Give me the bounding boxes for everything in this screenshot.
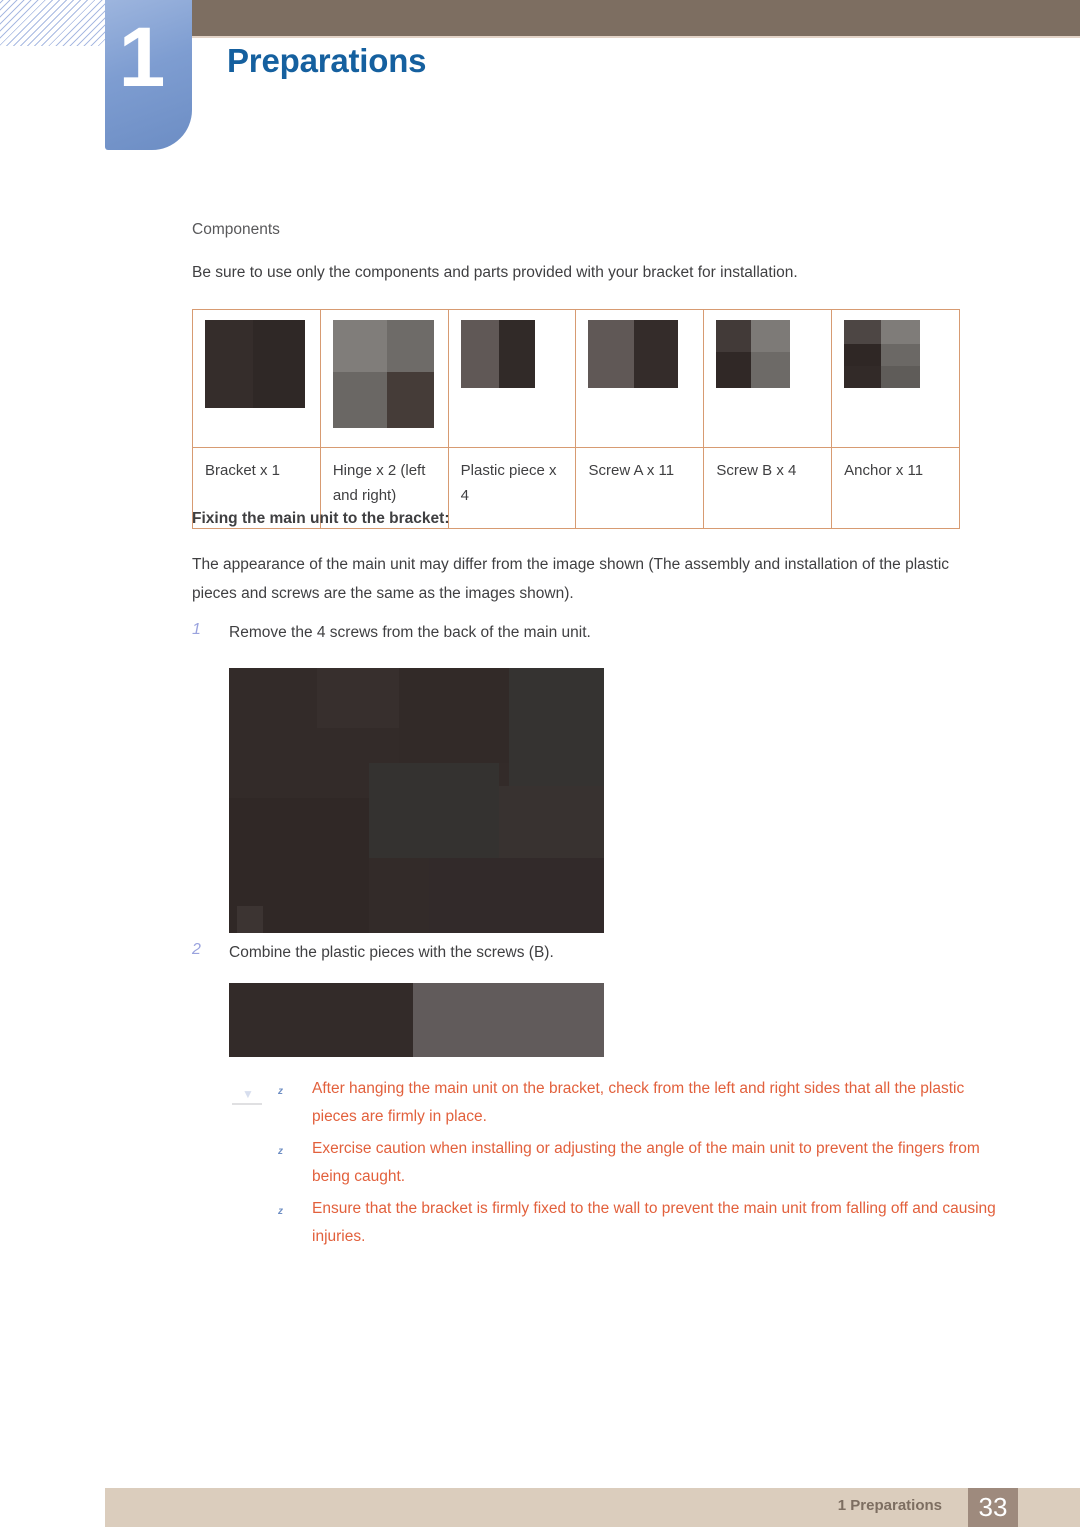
screw-a-image xyxy=(588,320,679,388)
step-text: Combine the plastic pieces with the scre… xyxy=(229,944,554,961)
caution-bullet-icon: z xyxy=(278,1146,283,1157)
step-text: Remove the 4 screws from the back of the… xyxy=(229,624,591,641)
caution-item-text: Exercise caution when installing or adju… xyxy=(312,1140,980,1185)
caution-note-block: ▼ z After hanging the main unit on the b… xyxy=(230,1075,1020,1255)
caution-list-item: z Ensure that the bracket is firmly fixe… xyxy=(230,1195,1012,1251)
components-table: Bracket x 1 Hinge x 2 (left and right) P… xyxy=(192,309,960,529)
chapter-tab: 1 xyxy=(105,0,192,150)
table-cell-label: Anchor x 11 xyxy=(831,447,960,529)
components-image-row xyxy=(192,309,960,448)
plastic-piece-image xyxy=(460,320,535,388)
top-brown-bar xyxy=(192,0,1080,36)
components-image-cell xyxy=(703,309,833,448)
footer-page-number: 33 xyxy=(978,1492,1008,1522)
caution-item-text: Ensure that the bracket is firmly fixed … xyxy=(312,1200,996,1245)
step-number: 2 xyxy=(192,941,201,958)
components-image-cell xyxy=(575,309,705,448)
caution-bullet-icon: z xyxy=(278,1086,283,1097)
components-image-cell xyxy=(447,309,577,448)
screw-b-image xyxy=(716,320,791,388)
subsection-heading-fixing: Fixing the main unit to the bracket: xyxy=(192,510,450,527)
components-image-cell xyxy=(192,309,321,448)
step-2-figure xyxy=(229,983,604,1057)
page-title: Preparations xyxy=(227,42,427,79)
corner-hatch-decoration xyxy=(0,0,106,46)
table-cell-label: Plastic piece x 4 xyxy=(447,447,577,529)
table-cell-label: Screw A x 11 xyxy=(575,447,705,529)
caution-item-text: After hanging the main unit on the brack… xyxy=(312,1080,965,1125)
caution-list-item: z Exercise caution when installing or ad… xyxy=(230,1135,1012,1191)
step-1-figure xyxy=(229,668,604,933)
caution-list-item: z After hanging the main unit on the bra… xyxy=(230,1075,1012,1131)
caution-bullet-icon: z xyxy=(278,1206,283,1217)
bracket-image xyxy=(205,320,305,408)
footer-chapter-label: 1 Preparations xyxy=(837,1497,942,1514)
table-cell-label: Screw B x 4 xyxy=(703,447,833,529)
top-brown-underline xyxy=(192,36,1080,38)
anchor-image xyxy=(844,320,921,388)
chapter-number: 1 xyxy=(118,10,166,104)
components-image-cell xyxy=(319,309,449,448)
step-number: 1 xyxy=(192,621,201,638)
procedure-note-text: The appearance of the main unit may diff… xyxy=(192,556,950,602)
hinge-image xyxy=(332,320,434,428)
components-intro-text: Be sure to use only the components and p… xyxy=(192,264,798,281)
section-heading-components: Components xyxy=(192,221,280,238)
components-image-cell xyxy=(831,309,960,448)
